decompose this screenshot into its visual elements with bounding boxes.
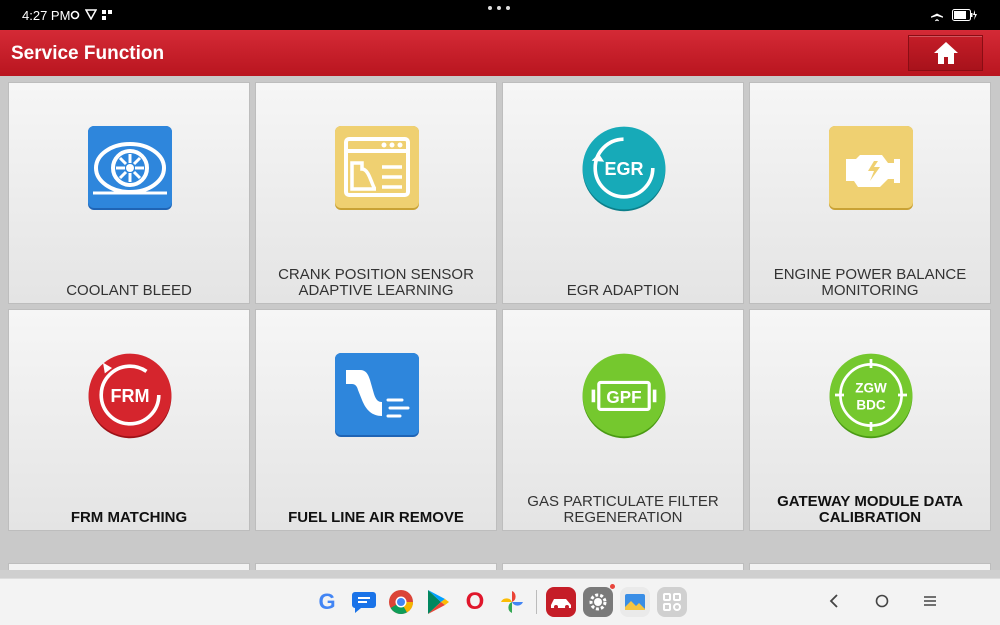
svg-text:BDC: BDC [856, 397, 885, 412]
app-header: Service Function [0, 30, 1000, 76]
navigation-bar: G O [0, 578, 1000, 625]
tile-label: FRM MATCHING [70, 509, 188, 526]
tile-engine-power-balance[interactable]: ENGINE POWER BALANCE MONITORING [749, 82, 991, 304]
messages-app-icon[interactable] [349, 587, 379, 617]
notification-dot [610, 584, 615, 589]
tile-next-row[interactable] [255, 563, 497, 570]
page-title: Service Function [11, 43, 165, 64]
home-icon [933, 42, 958, 64]
egr-icon: EGR [579, 123, 669, 213]
tile-frm-matching[interactable]: FRM FRM MATCHING [8, 309, 250, 531]
tile-label: EGR ADAPTION [566, 282, 680, 299]
home-button[interactable] [908, 35, 983, 71]
google-app-icon[interactable]: G [312, 587, 342, 617]
tile-next-row[interactable] [749, 563, 991, 570]
play-store-app-icon[interactable] [423, 587, 453, 617]
tile-label: GATEWAY MODULE DATA CALIBRATION [777, 493, 963, 526]
gear-notification-icon [70, 10, 80, 19]
system-nav-keys [824, 589, 940, 613]
status-time: 4:27 PM [22, 8, 71, 23]
circle-home-icon [875, 594, 889, 608]
tile-next-row[interactable] [8, 563, 250, 570]
engine-icon [826, 123, 916, 213]
tile-crank-position-sensor[interactable]: CRANK POSITION SENSOR ADAPTIVE LEARNING [255, 82, 497, 304]
svg-text:EGR: EGR [604, 159, 643, 179]
gpf-icon: GPF [579, 350, 669, 440]
photos-app-icon[interactable] [497, 587, 527, 617]
grid-notification-icon [102, 9, 112, 20]
status-notification-icons [70, 9, 112, 20]
back-icon [829, 594, 838, 608]
app-dock: G O [312, 584, 687, 617]
fuel-pipe-icon [332, 350, 422, 440]
svg-text:ZGW: ZGW [855, 380, 887, 395]
tile-label: COOLANT BLEED [66, 282, 192, 299]
fan-icon [85, 123, 175, 213]
home-nav-button[interactable] [872, 589, 892, 613]
back-button[interactable] [824, 589, 844, 613]
dock-separator [536, 590, 537, 614]
svg-text:GPF: GPF [606, 388, 641, 407]
airplane-icon [931, 8, 943, 22]
status-system-icons [930, 8, 978, 22]
frm-icon: FRM [85, 350, 175, 440]
app-library-icon[interactable] [657, 587, 687, 617]
sensor-chart-icon [332, 123, 422, 213]
tile-label: ENGINE POWER BALANCE MONITORING [773, 266, 967, 299]
opera-app-icon[interactable]: O [460, 587, 490, 617]
tile-gateway-module-data[interactable]: ZGW BDC GATEWAY MODULE DATA CALIBRATION [749, 309, 991, 531]
tile-label: FUEL LINE AIR REMOVE [288, 509, 464, 526]
tile-coolant-bleed[interactable]: COOLANT BLEED [8, 82, 250, 304]
chrome-app-icon[interactable] [386, 587, 416, 617]
tile-label: GAS PARTICULATE FILTER REGENERATION [527, 493, 719, 526]
recents-button[interactable] [920, 589, 940, 613]
zgw-bdc-icon: ZGW BDC [826, 350, 916, 440]
diagnostic-app-icon[interactable] [546, 587, 576, 617]
battery-icon [952, 9, 977, 21]
svg-text:FRM: FRM [111, 386, 150, 406]
tile-next-row[interactable] [502, 563, 744, 570]
settings-app-icon[interactable] [583, 584, 615, 617]
status-bar: 4:27 PM [0, 0, 1000, 30]
service-function-grid: COOLANT BLEED CRANK POSITION SENSOR ADAPT… [0, 76, 1000, 570]
menu-lines-icon [924, 596, 936, 606]
tile-egr-adaption[interactable]: EGR EGR ADAPTION [502, 82, 744, 304]
tile-fuel-line-air-remove[interactable]: FUEL LINE AIR REMOVE [255, 309, 497, 531]
tile-gas-particulate-filter[interactable]: GPF GAS PARTICULATE FILTER REGENERATION [502, 309, 744, 531]
more-dots-icon[interactable] [488, 6, 510, 10]
gallery-app-icon[interactable] [620, 587, 650, 617]
tile-label: CRANK POSITION SENSOR ADAPTIVE LEARNING [278, 266, 474, 299]
shield-notification-icon [85, 9, 97, 20]
